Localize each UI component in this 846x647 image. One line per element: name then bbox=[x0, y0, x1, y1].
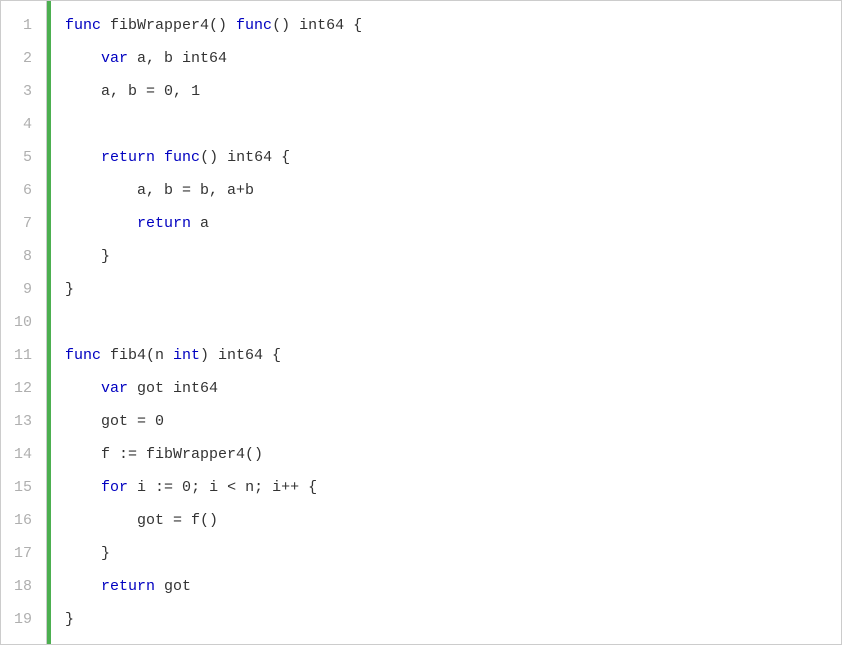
keyword-return: return bbox=[137, 215, 191, 232]
keyword-func: func bbox=[164, 149, 200, 166]
indent bbox=[65, 446, 101, 463]
code-line: got = f() bbox=[65, 504, 841, 537]
indent bbox=[65, 149, 101, 166]
code-text: got int64 bbox=[128, 380, 218, 397]
code-line: return got bbox=[65, 570, 841, 603]
line-number: 15 bbox=[1, 471, 38, 504]
indent bbox=[65, 512, 137, 529]
keyword-var: var bbox=[101, 380, 128, 397]
code-line bbox=[65, 108, 841, 141]
code-text bbox=[155, 149, 164, 166]
code-text: f := fibWrapper4() bbox=[101, 446, 263, 463]
code-line: var a, b int64 bbox=[65, 42, 841, 75]
line-number: 12 bbox=[1, 372, 38, 405]
keyword-return: return bbox=[101, 149, 155, 166]
code-text: i := bbox=[128, 479, 182, 496]
indent bbox=[65, 380, 101, 397]
line-number: 2 bbox=[1, 42, 38, 75]
code-line bbox=[65, 306, 841, 339]
code-line: got = 0 bbox=[65, 405, 841, 438]
code-text: , bbox=[173, 83, 191, 100]
line-number: 13 bbox=[1, 405, 38, 438]
indent bbox=[65, 578, 101, 595]
code-text: fibWrapper4() bbox=[101, 17, 236, 34]
line-number: 3 bbox=[1, 75, 38, 108]
line-number: 16 bbox=[1, 504, 38, 537]
line-number: 5 bbox=[1, 141, 38, 174]
line-number: 18 bbox=[1, 570, 38, 603]
keyword-int: int bbox=[173, 347, 200, 364]
keyword-for: for bbox=[101, 479, 128, 496]
code-line: func fibWrapper4() func() int64 { bbox=[65, 9, 841, 42]
code-text: got = f() bbox=[137, 512, 218, 529]
code-line: var got int64 bbox=[65, 372, 841, 405]
line-number: 17 bbox=[1, 537, 38, 570]
code-line: a, b = 0, 1 bbox=[65, 75, 841, 108]
indent bbox=[65, 413, 101, 430]
code-area: func fibWrapper4() func() int64 { var a,… bbox=[51, 1, 841, 644]
indent bbox=[65, 545, 101, 562]
code-line: } bbox=[65, 537, 841, 570]
code-line: f := fibWrapper4() bbox=[65, 438, 841, 471]
code-line: } bbox=[65, 273, 841, 306]
indent bbox=[65, 479, 101, 496]
number-literal: 0 bbox=[164, 83, 173, 100]
code-line: return a bbox=[65, 207, 841, 240]
code-line: return func() int64 { bbox=[65, 141, 841, 174]
code-text: a, b = bbox=[101, 83, 164, 100]
line-number: 1 bbox=[1, 9, 38, 42]
line-number: 14 bbox=[1, 438, 38, 471]
line-number: 8 bbox=[1, 240, 38, 273]
line-number: 10 bbox=[1, 306, 38, 339]
number-literal: 0 bbox=[182, 479, 191, 496]
code-text: } bbox=[65, 611, 74, 628]
keyword-var: var bbox=[101, 50, 128, 67]
indent bbox=[65, 182, 137, 199]
code-text: } bbox=[101, 248, 110, 265]
code-text: got bbox=[155, 578, 191, 595]
line-number: 9 bbox=[1, 273, 38, 306]
code-line: func fib4(n int) int64 { bbox=[65, 339, 841, 372]
code-text: a, b int64 bbox=[128, 50, 227, 67]
indent bbox=[65, 50, 101, 67]
code-text: fib4(n bbox=[101, 347, 173, 364]
code-text: () int64 { bbox=[272, 17, 362, 34]
code-line: } bbox=[65, 240, 841, 273]
indent bbox=[65, 248, 101, 265]
line-number: 19 bbox=[1, 603, 38, 636]
keyword-return: return bbox=[101, 578, 155, 595]
code-line: } bbox=[65, 603, 841, 636]
code-line: for i := 0; i < n; i++ { bbox=[65, 471, 841, 504]
line-number: 7 bbox=[1, 207, 38, 240]
number-literal: 0 bbox=[155, 413, 164, 430]
line-number-gutter: 1 2 3 4 5 6 7 8 9 10 11 12 13 14 15 16 1… bbox=[1, 1, 47, 644]
code-text: a, b = b, a+b bbox=[137, 182, 254, 199]
line-number: 11 bbox=[1, 339, 38, 372]
line-number: 6 bbox=[1, 174, 38, 207]
line-number: 4 bbox=[1, 108, 38, 141]
code-text: ) int64 { bbox=[200, 347, 281, 364]
keyword-func: func bbox=[65, 17, 101, 34]
code-line: a, b = b, a+b bbox=[65, 174, 841, 207]
code-text: () int64 { bbox=[200, 149, 290, 166]
code-text: ; i < n; i++ { bbox=[191, 479, 317, 496]
indent bbox=[65, 83, 101, 100]
code-text: } bbox=[101, 545, 110, 562]
keyword-func: func bbox=[236, 17, 272, 34]
code-block: 1 2 3 4 5 6 7 8 9 10 11 12 13 14 15 16 1… bbox=[0, 0, 842, 645]
indent bbox=[65, 215, 137, 232]
code-text: a bbox=[191, 215, 209, 232]
number-literal: 1 bbox=[191, 83, 200, 100]
keyword-func: func bbox=[65, 347, 101, 364]
code-text: } bbox=[65, 281, 74, 298]
code-text: got = bbox=[101, 413, 155, 430]
